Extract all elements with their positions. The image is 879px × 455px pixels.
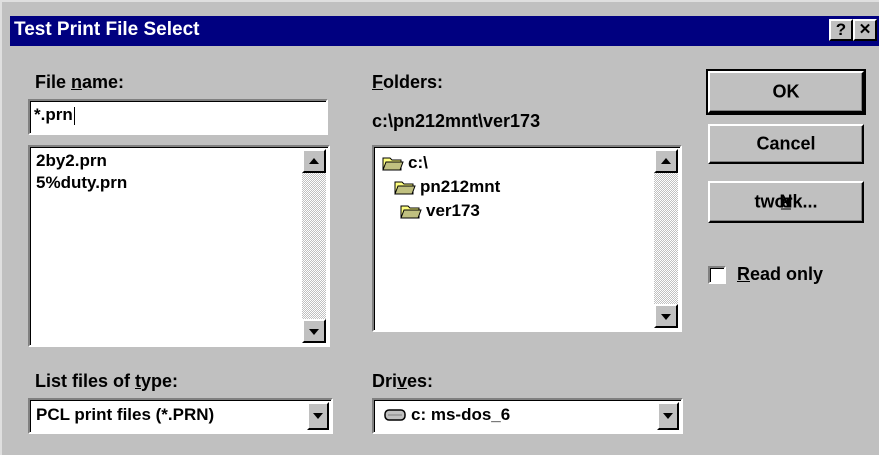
network-button[interactable]: Ne twork... [708,181,864,223]
file-type-label: List files of type: [35,371,179,391]
folder-item-ver173[interactable]: ver173 [400,201,480,221]
file-name-label: File name: [35,72,125,92]
dialog-title: Test Print File Select [14,19,200,40]
read-only-label[interactable]: Read only [737,264,823,285]
file-list-scrollbar[interactable] [302,149,326,343]
read-only-checkbox[interactable] [708,266,726,284]
file-type-select[interactable]: PCL print files (*.PRN) [28,398,333,434]
file-type-value: PCL print files (*.PRN) [36,405,215,424]
close-button[interactable]: ✕ [853,19,877,41]
hard-drive-icon [384,409,406,421]
title-bar[interactable]: Test Print File Select ? ✕ [10,16,879,46]
scroll-up-button[interactable] [654,149,678,173]
folder-item-pn212mnt[interactable]: pn212mnt [394,177,500,197]
arrow-down-icon [661,314,671,320]
file-list[interactable]: 2by2.prn 5%duty.prn [28,145,330,347]
arrow-down-icon [309,329,319,335]
file-name-input[interactable]: *.prn [28,99,328,135]
text-caret [73,106,75,125]
file-list-item[interactable]: 5%duty.prn [36,173,127,193]
folder-open-icon [400,205,422,219]
file-type-dropdown-button[interactable] [307,402,329,430]
folders-label: Folders: [372,72,444,92]
arrow-up-icon [661,158,671,164]
folder-open-icon [382,157,404,171]
file-list-item[interactable]: 2by2.prn [36,151,107,171]
drives-label: Drives: [372,371,434,391]
drives-value: c: ms-dos_6 [411,405,511,424]
folder-tree-scrollbar[interactable] [654,149,678,328]
scroll-down-button[interactable] [654,304,678,328]
folder-open-icon [394,181,416,195]
help-button[interactable]: ? [829,19,853,41]
ok-button[interactable]: OK [706,69,866,115]
chevron-down-icon [663,413,673,419]
file-name-value: *.prn [34,105,73,124]
arrow-up-icon [309,158,319,164]
scroll-down-button[interactable] [302,319,326,343]
folder-item-root[interactable]: c:\ [382,153,428,173]
folder-tree[interactable]: c:\ pn212mnt ver173 [372,145,682,332]
current-path: c:\pn212mnt\ver173 [372,111,541,131]
drives-dropdown-button[interactable] [657,402,679,430]
cancel-button[interactable]: Cancel [708,124,864,164]
file-select-dialog: Test Print File Select ? ✕ File name: *.… [0,0,879,455]
chevron-down-icon [313,413,323,419]
scroll-up-button[interactable] [302,149,326,173]
drives-select[interactable]: c: ms-dos_6 [372,398,683,434]
